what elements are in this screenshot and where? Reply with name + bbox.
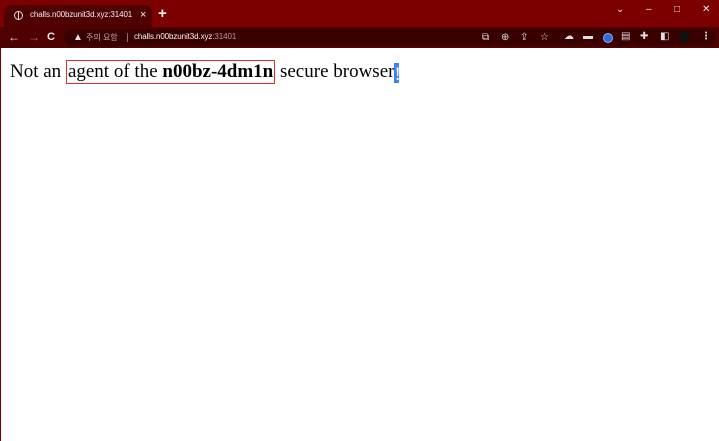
warning-icon[interactable]: ▲ <box>73 30 83 45</box>
minimize-button[interactable]: – <box>646 3 652 17</box>
browser-tab[interactable]: challs.n00bzunit3d.xyz:31401 × <box>4 5 152 27</box>
tab-search-chevron-icon[interactable]: ⌄ <box>616 3 624 17</box>
side-panel-icon[interactable]: ◧ <box>660 30 669 43</box>
url-host: challs.n00bzunit3d.xyz <box>134 32 213 41</box>
globe-icon <box>14 11 23 20</box>
forward-button[interactable]: → <box>28 29 40 45</box>
page-viewport: Not an agent of the n00bz-4dm1n secure b… <box>1 48 719 441</box>
translate-icon[interactable]: ⧉ <box>482 31 489 44</box>
maximize-button[interactable]: □ <box>674 3 680 17</box>
menu-kebab-icon[interactable]: ⋮ <box>701 30 711 43</box>
url-text[interactable]: challs.n00bzunit3d.xyz:31401 <box>134 32 236 41</box>
extension-icon-cloud[interactable]: ☁ <box>564 30 574 43</box>
bookmark-star-icon[interactable]: ☆ <box>540 31 549 44</box>
share-icon[interactable]: ⇪ <box>520 31 528 44</box>
zoom-icon[interactable]: ⊕ <box>501 31 509 44</box>
message-suffix: secure browser <box>275 61 395 82</box>
tab-strip: challs.n00bzunit3d.xyz:31401 × + ⌄ – □ ✕ <box>0 0 719 27</box>
text-selection: ! <box>394 63 401 85</box>
extension-icon-circle[interactable] <box>603 33 613 43</box>
new-tab-button[interactable]: + <box>158 6 167 21</box>
reload-button[interactable]: C <box>47 29 55 45</box>
admin-name: n00bz-4dm1n <box>162 61 274 82</box>
url-port: :31401 <box>212 32 237 41</box>
back-button[interactable]: ← <box>8 29 20 45</box>
close-window-button[interactable]: ✕ <box>702 3 710 17</box>
message-prefix: Not an <box>10 61 66 82</box>
tab-title: challs.n00bzunit3d.xyz:31401 <box>30 10 133 19</box>
highlighted-phrase: agent of the n00bz-4dm1n <box>65 60 276 84</box>
extensions-puzzle-icon[interactable]: ✚ <box>640 30 648 43</box>
address-divider <box>127 33 128 42</box>
extension-icon-dash[interactable]: ▬ <box>583 30 593 43</box>
profile-avatar[interactable] <box>679 31 690 42</box>
address-bar[interactable]: ▲ 주의 요함 challs.n00bzunit3d.xyz:31401 ⧉ ⊕… <box>64 29 716 46</box>
tab-close-button[interactable]: × <box>140 8 146 22</box>
highlight-prefix-text: agent of the <box>67 61 163 82</box>
browser-toolbar: ← → C ▲ 주의 요함 challs.n00bzunit3d.xyz:314… <box>0 27 719 48</box>
page-message: Not an agent of the n00bz-4dm1n secure b… <box>10 60 401 85</box>
security-warning-label[interactable]: 주의 요함 <box>86 32 118 43</box>
extension-icon-doc[interactable]: ▤ <box>621 30 630 43</box>
